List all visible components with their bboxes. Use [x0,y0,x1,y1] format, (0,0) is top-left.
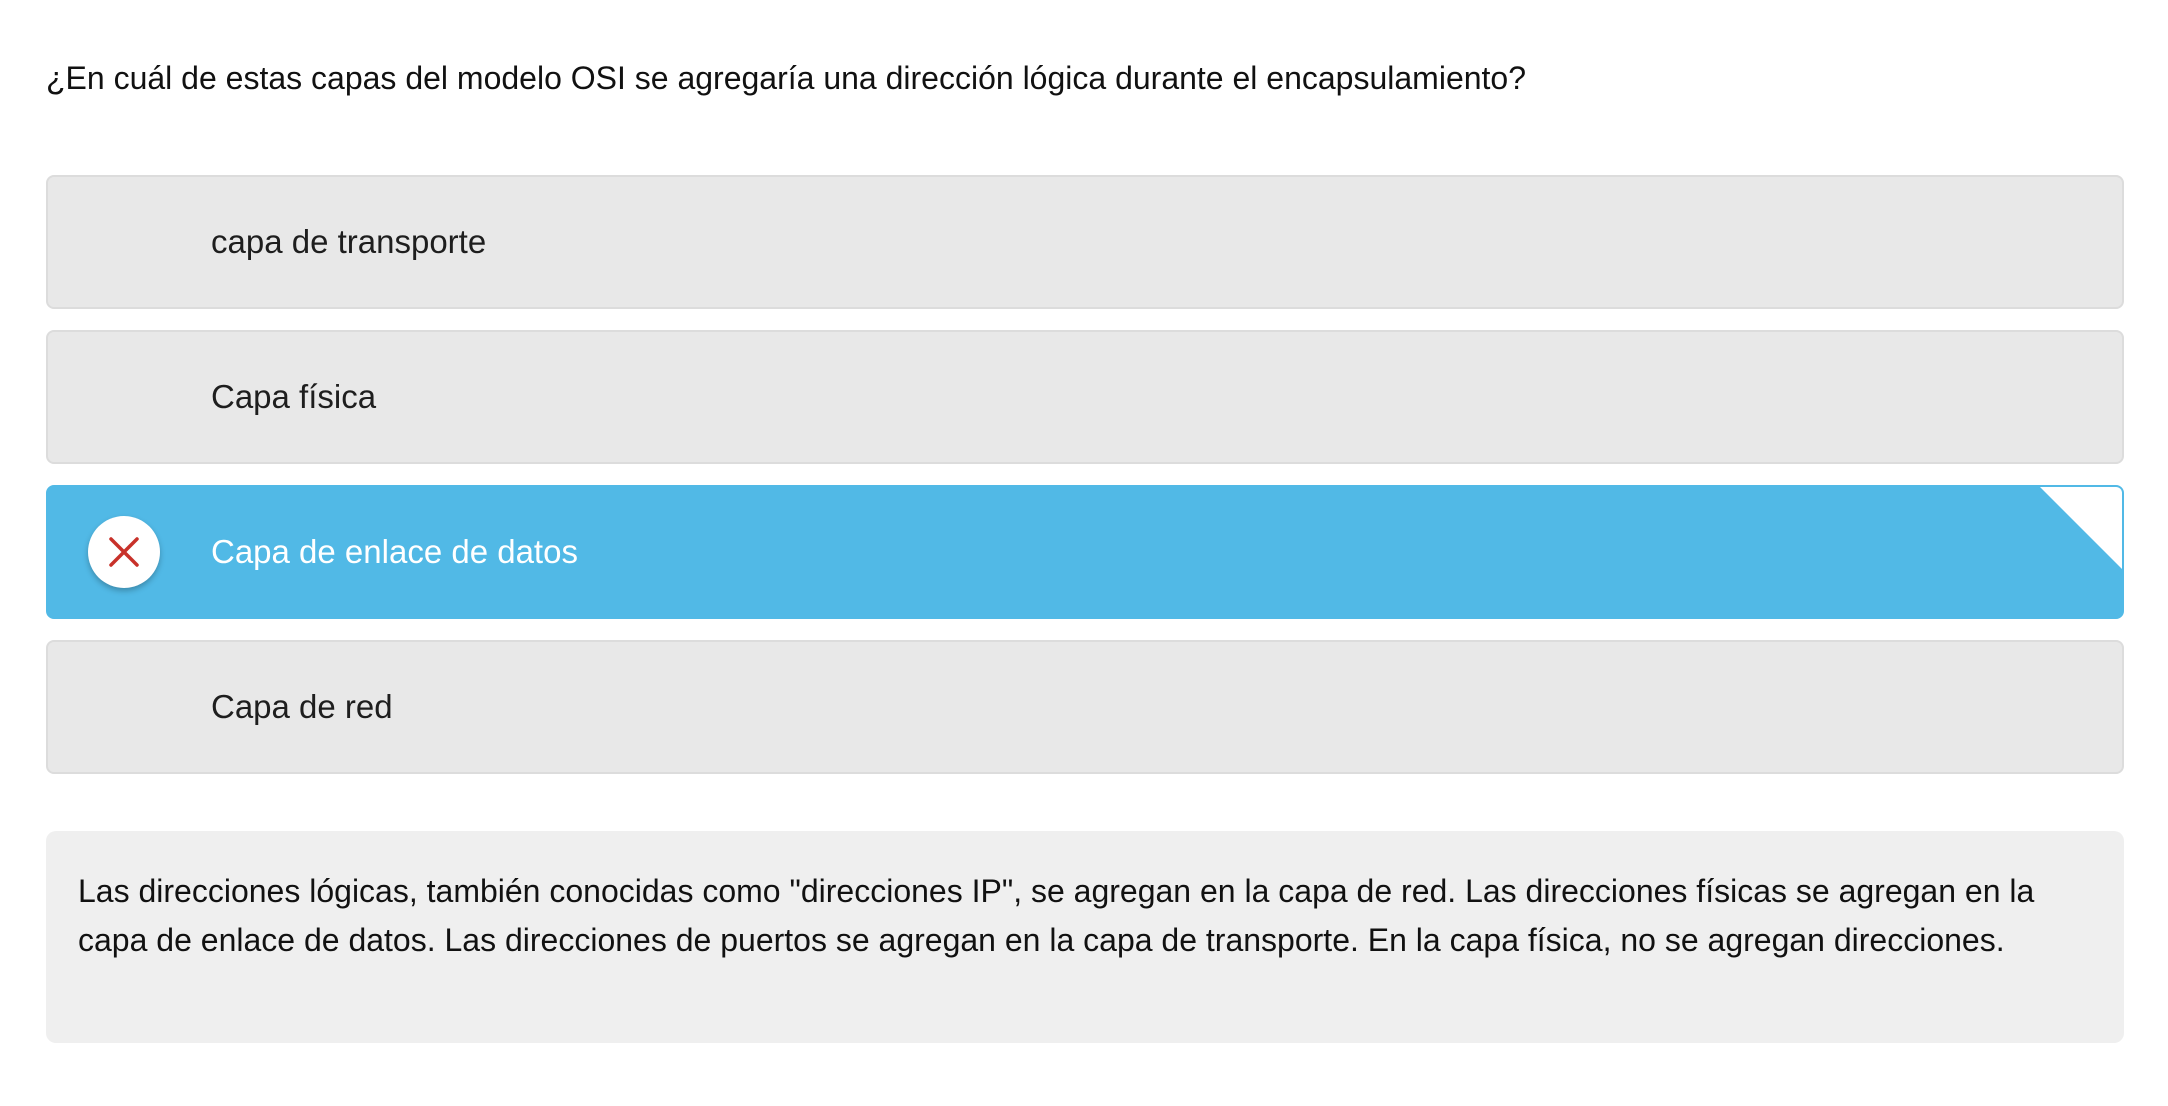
answer-option-label: Capa de red [211,688,393,725]
answer-option-data-link-layer[interactable]: Capa de enlace de datos [46,485,2124,619]
answer-option-network-layer[interactable]: Capa de red [46,640,2124,774]
question-text: ¿En cuál de estas capas del modelo OSI s… [46,60,1527,96]
answer-option-transport-layer[interactable]: capa de transporte [46,175,2124,309]
feedback-panel: Las direcciones lógicas, también conocid… [46,831,2124,1043]
answer-option-label: Capa de enlace de datos [211,533,578,570]
feedback-text: Las direcciones lógicas, también conocid… [78,873,2035,958]
selected-corner-flag [2040,487,2122,569]
close-icon [109,537,139,567]
answer-option-label: capa de transporte [211,223,487,260]
answer-options: capa de transporte Capa física Capa de e… [46,175,2124,795]
answer-option-label: Capa física [211,378,377,415]
incorrect-status-badge [88,516,160,588]
answer-option-physical-layer[interactable]: Capa física [46,330,2124,464]
